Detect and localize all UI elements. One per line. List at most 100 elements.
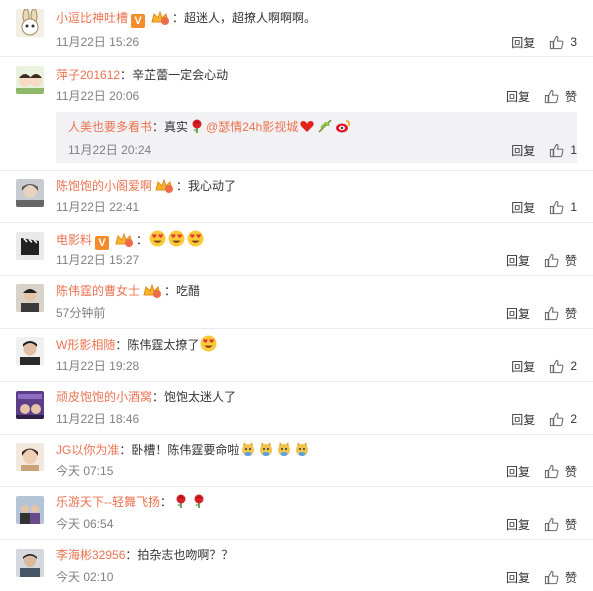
thumbs-up-icon	[544, 570, 559, 584]
username[interactable]: 李海彬32956	[56, 548, 125, 562]
reply-button[interactable]: 回复	[506, 463, 530, 480]
heart-eyes-emoji	[200, 335, 217, 352]
comment-text: 超迷人，超撩人啊啊啊。	[184, 11, 317, 25]
avatar[interactable]	[16, 391, 44, 419]
reply-button[interactable]: 回复	[506, 88, 530, 105]
avatar[interactable]	[16, 337, 44, 365]
like-button[interactable]: 赞	[544, 252, 577, 269]
timestamp: 今天 06:54	[56, 517, 114, 531]
thumbs-up-icon	[544, 253, 559, 267]
comment-actions: 回复 赞	[506, 462, 593, 480]
comment-body: JG以你为准：卧槽！陈伟霆要命啦	[56, 441, 311, 459]
doge-emoji	[278, 442, 291, 456]
reply-button[interactable]: 回复	[506, 569, 530, 586]
timestamp: 11月22日 15:27	[56, 253, 140, 267]
thumbs-up-icon	[550, 359, 564, 373]
username[interactable]: W形影相随	[56, 338, 115, 352]
comment-body: 李海彬32956：拍杂志也吻啊？？	[56, 546, 233, 564]
colon: ：	[152, 120, 165, 134]
colon: ：	[172, 11, 185, 25]
divider	[0, 222, 593, 223]
reply-button[interactable]: 回复	[506, 305, 530, 322]
reply-button[interactable]: 回复	[506, 516, 530, 533]
avatar[interactable]	[16, 443, 44, 471]
like-button[interactable]: 2	[549, 359, 577, 374]
comment-body: W形影相随：陈伟霆太撩了	[56, 335, 218, 354]
username[interactable]: 小逗比神吐槽	[56, 11, 128, 25]
colon: ：	[120, 68, 133, 82]
username[interactable]: 电影料	[56, 233, 92, 247]
like-count: 赞	[564, 517, 577, 532]
sub-reply: 人美也要多看书：真实 @瑟情24h影视城 11月22日 20:24 回复 1	[56, 112, 577, 163]
like-count: 赞	[564, 253, 577, 268]
comment-body: 顽皮饱饱的小酒窝：饱饱太迷人了	[56, 388, 236, 406]
timestamp: 57分钟前	[56, 306, 106, 320]
divider	[0, 328, 593, 329]
colon: ：	[136, 233, 149, 247]
like-button[interactable]: 赞	[544, 569, 577, 586]
username[interactable]: 陈伟霆的曹女士	[56, 284, 140, 298]
comment-body: 萍子201612：辛芷蕾一定会心动	[56, 66, 228, 84]
timestamp: 今天 07:15	[56, 464, 114, 478]
username[interactable]: 陈饱饱的小阁爱啊	[56, 179, 152, 193]
divider	[0, 275, 593, 276]
avatar[interactable]	[16, 496, 44, 524]
sub-reply-username[interactable]: 人美也要多看书	[68, 120, 152, 134]
sub-reply-timestamp: 11月22日 20:24	[68, 143, 152, 157]
like-button[interactable]: 赞	[544, 516, 577, 533]
like-button[interactable]: 赞	[544, 88, 577, 105]
like-count: 2	[570, 359, 577, 373]
thumbs-up-icon	[550, 143, 564, 157]
avatar[interactable]	[16, 179, 44, 207]
comment-body: 电影料 V ：	[56, 230, 205, 250]
verified-badge-icon: V	[95, 236, 110, 250]
colon: ：	[176, 179, 189, 193]
like-button[interactable]: 赞	[544, 463, 577, 480]
thumbs-up-icon	[550, 412, 564, 426]
member-crown-icon	[155, 179, 174, 193]
member-crown-icon	[143, 284, 162, 298]
sub-like-button[interactable]: 1	[549, 143, 577, 158]
heart-eyes-emoji	[168, 230, 185, 247]
colon: ：	[160, 495, 173, 509]
like-count: 1	[570, 200, 577, 214]
avatar[interactable]	[16, 549, 44, 577]
doge-emoji	[260, 442, 273, 456]
username[interactable]: 萍子201612	[56, 68, 120, 82]
reply-button[interactable]: 回复	[511, 411, 535, 428]
avatar[interactable]	[16, 66, 44, 94]
avatar[interactable]	[16, 9, 44, 37]
like-count: 赞	[564, 464, 577, 479]
mention-link[interactable]: @瑟情24h影视城	[206, 120, 298, 134]
username[interactable]: JG以你为准	[56, 443, 119, 457]
rose-emoji	[192, 119, 202, 133]
thumbs-up-icon	[544, 306, 559, 320]
comment-body: 乐游天下--轻舞飞扬：	[56, 493, 208, 511]
timestamp: 11月22日 22:41	[56, 200, 140, 214]
comment-actions: 回复 赞	[506, 87, 593, 105]
reply-button[interactable]: 回复	[511, 358, 535, 375]
red-heart-emoji	[300, 121, 314, 132]
username[interactable]: 顽皮饱饱的小酒窝	[56, 390, 152, 404]
thumbs-up-icon	[544, 89, 559, 103]
sub-reply-actions: 回复 1	[511, 141, 577, 159]
comment-text: 陈伟霆太撩了	[127, 338, 200, 352]
comment-text: 吃醋	[176, 284, 201, 298]
comment-actions: 回复 赞	[506, 515, 593, 533]
like-button[interactable]: 1	[549, 200, 577, 215]
like-button[interactable]: 赞	[544, 305, 577, 322]
thumbs-up-icon	[550, 200, 564, 214]
rose-emoji	[194, 494, 204, 508]
reply-button[interactable]: 回复	[511, 199, 535, 216]
sub-reply-button[interactable]: 回复	[511, 142, 535, 159]
avatar[interactable]	[16, 284, 44, 312]
avatar[interactable]	[16, 232, 44, 260]
like-button[interactable]: 2	[549, 412, 577, 427]
comment-text: 我心动了	[188, 179, 237, 193]
username[interactable]: 乐游天下--轻舞飞扬	[56, 495, 160, 509]
reply-button[interactable]: 回复	[506, 252, 530, 269]
colon: ：	[164, 284, 177, 298]
reply-button[interactable]: 回复	[511, 34, 535, 51]
doge-emoji	[296, 442, 309, 456]
like-button[interactable]: 3	[549, 35, 577, 50]
